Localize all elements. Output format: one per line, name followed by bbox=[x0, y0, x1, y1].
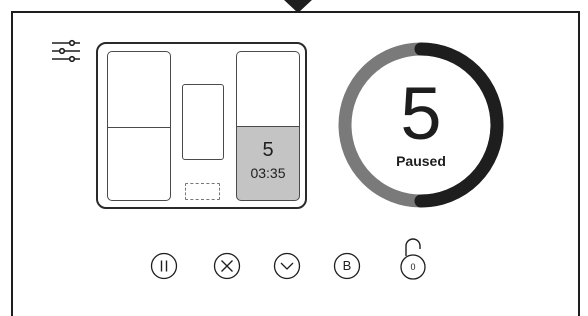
power-dial[interactable]: 5 Paused bbox=[336, 40, 506, 210]
unlock-icon bbox=[400, 238, 426, 280]
cooktop-screen: 5 03:35 5 Paused B 0 bbox=[0, 0, 588, 316]
zone-middle[interactable] bbox=[182, 84, 224, 160]
zone-left-top[interactable] bbox=[107, 51, 171, 130]
power-down-button[interactable] bbox=[273, 252, 301, 280]
zone-power-level: 5 bbox=[262, 139, 274, 161]
top-notch-indicator bbox=[283, 0, 313, 13]
close-icon bbox=[213, 252, 241, 280]
boost-button[interactable]: B bbox=[333, 252, 361, 280]
stop-button[interactable] bbox=[213, 252, 241, 280]
zone-right-top[interactable] bbox=[236, 51, 300, 129]
dial-status-label: Paused bbox=[396, 153, 446, 169]
lock-counter: 0 bbox=[410, 262, 416, 272]
pause-icon bbox=[150, 252, 178, 280]
chevron-down-icon bbox=[273, 252, 301, 280]
pause-button[interactable] bbox=[150, 252, 178, 280]
dial-power-level: 5 bbox=[400, 72, 442, 155]
zone-timer: 03:35 bbox=[250, 165, 286, 181]
zone-bridge[interactable] bbox=[185, 183, 220, 200]
zone-right-bottom-selected[interactable]: 5 03:35 bbox=[236, 126, 300, 201]
zone-left-bottom[interactable] bbox=[107, 127, 171, 201]
child-lock-button[interactable]: 0 bbox=[396, 232, 430, 282]
hob-layout: 5 03:35 bbox=[96, 42, 307, 209]
sliders-icon[interactable] bbox=[50, 39, 82, 63]
control-bar: B 0 bbox=[0, 238, 588, 287]
boost-label: B bbox=[342, 258, 352, 273]
